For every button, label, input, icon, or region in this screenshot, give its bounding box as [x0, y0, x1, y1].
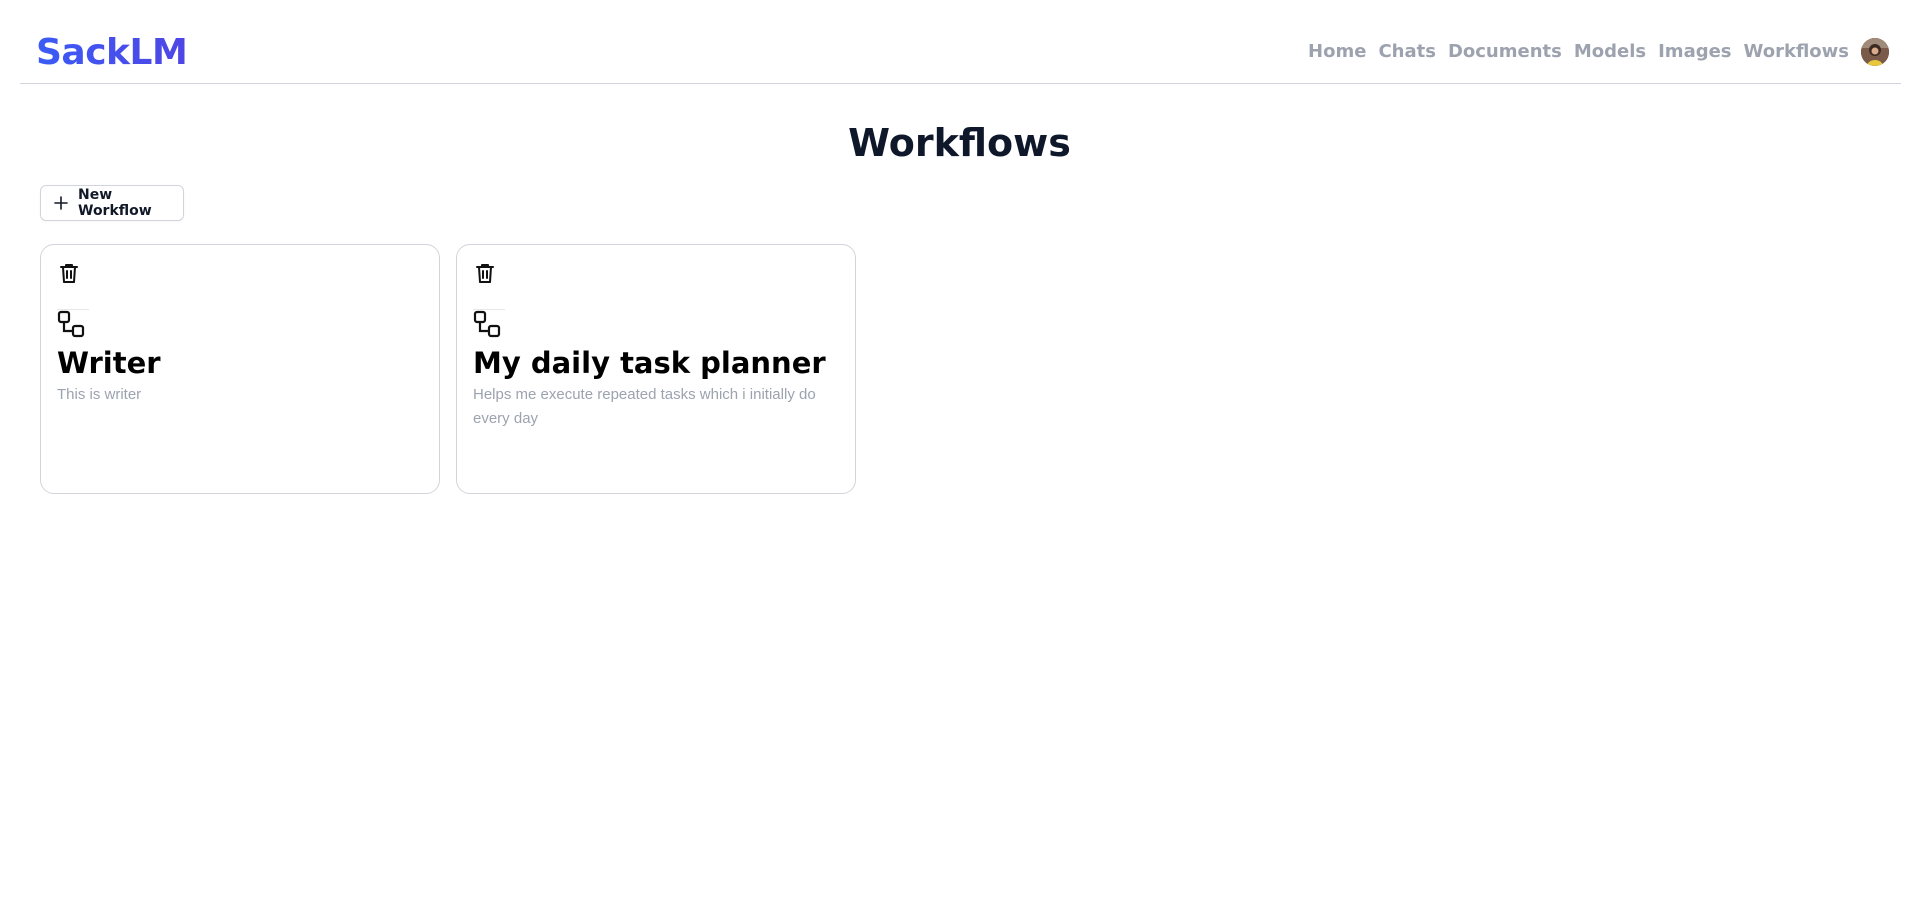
- workflow-card[interactable]: My daily task planner Helps me execute r…: [456, 244, 856, 494]
- new-workflow-button-label: New Workflow: [78, 187, 152, 219]
- nav-item-documents[interactable]: Documents: [1448, 36, 1562, 68]
- workflow-title: Writer: [57, 346, 161, 380]
- workflow-icon: [57, 309, 89, 339]
- nav-item-workflows[interactable]: Workflows: [1744, 36, 1849, 68]
- page-title: Workflows: [848, 121, 1071, 165]
- brand-logo[interactable]: SackLM: [36, 31, 188, 75]
- user-avatar[interactable]: [1861, 38, 1889, 66]
- plus-icon: [54, 196, 68, 210]
- nav-item-home[interactable]: Home: [1308, 36, 1366, 68]
- user-avatar-image: [1861, 38, 1889, 66]
- trash-icon[interactable]: [57, 261, 81, 285]
- workflow-description: Helps me execute repeated tasks which i …: [473, 386, 816, 427]
- workflow-card[interactable]: Writer This is writer: [40, 244, 440, 494]
- new-workflow-button[interactable]: New Workflow: [40, 185, 184, 221]
- nav-item-models[interactable]: Models: [1574, 36, 1646, 68]
- workflow-icon: [473, 309, 505, 339]
- workflow-grid: Writer This is writer My daily task plan…: [40, 244, 856, 494]
- top-navbar: SackLM Home Chats Documents Models Image…: [20, 0, 1901, 84]
- workflow-description: This is writer: [57, 386, 142, 403]
- main-nav: Home Chats Documents Models Images Workf…: [1308, 36, 1889, 68]
- workflow-title: My daily task planner: [473, 346, 826, 380]
- trash-icon[interactable]: [473, 261, 497, 285]
- nav-item-chats[interactable]: Chats: [1378, 36, 1436, 68]
- nav-item-images[interactable]: Images: [1658, 36, 1731, 68]
